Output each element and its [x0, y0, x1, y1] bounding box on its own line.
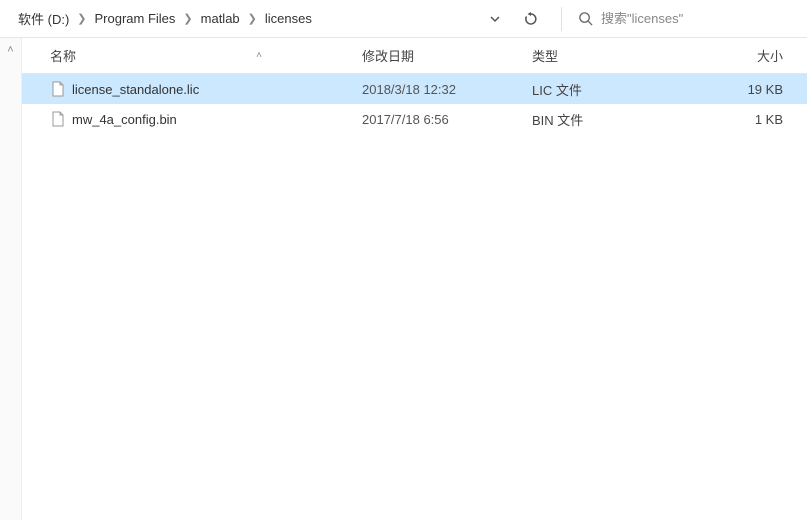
breadcrumb-label: 软件 (D:): [18, 9, 69, 28]
file-row[interactable]: mw_4a_config.bin 2017/7/18 6:56 BIN 文件 1…: [22, 104, 807, 134]
column-headers: 名称 ˄ 修改日期 类型 大小: [22, 38, 807, 74]
column-header-date[interactable]: 修改日期: [352, 46, 522, 65]
breadcrumb-item[interactable]: 软件 (D:): [14, 0, 73, 37]
file-name: mw_4a_config.bin: [72, 112, 177, 127]
main-area: ˄ 名称 ˄ 修改日期 类型 大小 license_standalone.lic…: [0, 38, 807, 520]
search-box[interactable]: [566, 0, 801, 37]
search-input[interactable]: [601, 11, 801, 26]
column-label: 大小: [757, 46, 783, 65]
column-header-size[interactable]: 大小: [672, 46, 807, 65]
file-date: 2018/3/18 12:32: [352, 82, 522, 97]
sort-indicator-icon: ˄: [256, 50, 342, 61]
file-list-pane: 名称 ˄ 修改日期 类型 大小 license_standalone.lic 2…: [22, 38, 807, 520]
search-icon: [578, 11, 593, 26]
column-label: 名称: [50, 46, 76, 65]
refresh-button[interactable]: [517, 5, 545, 33]
navigation-pane-collapsed[interactable]: ˄: [0, 38, 22, 520]
chevron-right-icon[interactable]: ❯: [179, 12, 196, 25]
file-name: license_standalone.lic: [72, 82, 199, 97]
file-row[interactable]: license_standalone.lic 2018/3/18 12:32 L…: [22, 74, 807, 104]
file-icon: [50, 111, 66, 127]
nav-controls: [469, 5, 557, 33]
column-header-type[interactable]: 类型: [522, 46, 672, 65]
history-dropdown-button[interactable]: [481, 5, 509, 33]
breadcrumb-label: Program Files: [95, 11, 176, 26]
column-header-name[interactable]: 名称 ˄: [22, 46, 352, 65]
column-label: 类型: [532, 46, 558, 65]
chevron-right-icon[interactable]: ❯: [73, 12, 90, 25]
file-type: BIN 文件: [522, 110, 672, 129]
file-size: 1 KB: [672, 112, 807, 127]
chevron-right-icon[interactable]: ❯: [244, 12, 261, 25]
divider: [561, 7, 562, 31]
address-toolbar: 软件 (D:) ❯ Program Files ❯ matlab ❯ licen…: [0, 0, 807, 38]
breadcrumb-item[interactable]: Program Files: [91, 0, 180, 37]
file-type: LIC 文件: [522, 80, 672, 99]
file-rows: license_standalone.lic 2018/3/18 12:32 L…: [22, 74, 807, 134]
breadcrumb-item[interactable]: matlab: [197, 0, 244, 37]
breadcrumb-label: licenses: [265, 11, 312, 26]
chevron-up-icon: ˄: [7, 44, 13, 520]
breadcrumb-label: matlab: [201, 11, 240, 26]
breadcrumb-item[interactable]: licenses: [261, 0, 316, 37]
breadcrumb: 软件 (D:) ❯ Program Files ❯ matlab ❯ licen…: [6, 0, 316, 37]
file-icon: [50, 81, 66, 97]
file-date: 2017/7/18 6:56: [352, 112, 522, 127]
column-label: 修改日期: [362, 46, 414, 65]
file-size: 19 KB: [672, 82, 807, 97]
